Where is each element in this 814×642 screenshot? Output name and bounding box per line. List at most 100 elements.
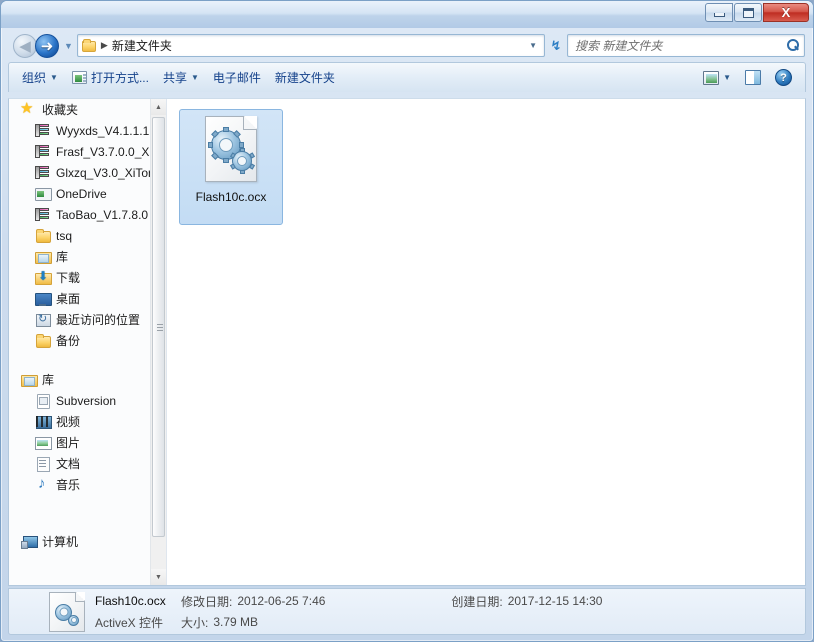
organize-button[interactable]: 组织 ▼ — [15, 66, 65, 89]
downloads-icon — [35, 269, 52, 286]
file-list-pane[interactable]: Flash10c.ocx — [167, 99, 805, 585]
sidebar-item-label: 桌面 — [56, 292, 81, 306]
refresh-button[interactable]: ↯ — [545, 38, 567, 54]
sidebar-item-label: Subversion — [56, 393, 117, 408]
email-button[interactable]: 电子邮件 — [206, 66, 268, 89]
sidebar-item-taobao[interactable]: TaoBao_V1.7.8.0 — [9, 204, 150, 225]
sidebar-item-label: tsq — [56, 228, 73, 243]
activex-control-icon — [49, 591, 85, 632]
chevron-down-icon: ▼ — [190, 73, 199, 82]
address-dropdown-icon[interactable]: ▼ — [524, 41, 542, 50]
breadcrumb-separator-icon[interactable]: ▶ — [101, 40, 108, 51]
sidebar-group-favorites[interactable]: 收藏夹 — [9, 99, 150, 120]
new-folder-button[interactable]: 新建文件夹 — [268, 66, 342, 89]
gear-icon — [229, 148, 255, 174]
minimize-icon — [713, 13, 725, 17]
scroll-down-button[interactable]: ▼ — [151, 569, 166, 585]
desktop-icon — [35, 291, 52, 307]
details-pane: Flash10c.ocx 修改日期: 2012-06-25 7:46 创建日期:… — [8, 588, 806, 635]
maximize-button[interactable] — [734, 3, 762, 22]
sidebar-item-videos[interactable]: 视频 — [9, 411, 150, 432]
sidebar-group-label: 库 — [42, 373, 55, 387]
sidebar-item-label: Wyyxds_V4.1.1.1 — [56, 123, 150, 138]
file-item-flash10c[interactable]: Flash10c.ocx — [179, 109, 283, 225]
help-button[interactable]: ? — [768, 66, 799, 89]
close-button[interactable]: X — [763, 3, 809, 22]
library-icon — [21, 372, 38, 388]
sidebar-item-label: 图片 — [56, 436, 81, 450]
organize-label: 组织 — [22, 71, 47, 85]
explorer-window: X ◀ ➜ ▼ ▶ 新建文件夹 ▼ ↯ 搜索 新建文件夹 组织 ▼ 打开方式..… — [0, 0, 814, 642]
sidebar-item-documents[interactable]: 文档 — [9, 453, 150, 474]
sidebar-item-label: 最近访问的位置 — [56, 313, 141, 327]
email-label: 电子邮件 — [212, 71, 261, 85]
sidebar-scrollbar[interactable]: ▲ ▼ — [150, 99, 166, 585]
sidebar-item-label: TaoBao_V1.7.8.0 — [56, 207, 149, 222]
recent-places-icon — [35, 312, 51, 328]
sidebar-item-library-fav[interactable]: 库 — [9, 246, 150, 267]
new-folder-label: 新建文件夹 — [274, 71, 335, 85]
chevron-down-icon: ▼ — [50, 73, 58, 82]
sidebar-item-tsq[interactable]: tsq — [9, 225, 150, 246]
open-with-icon — [71, 71, 87, 84]
sidebar-item-downloads[interactable]: 下载 — [9, 267, 150, 288]
minimize-button[interactable] — [705, 3, 733, 22]
breadcrumb-path[interactable]: 新建文件夹 — [112, 37, 172, 54]
forward-button[interactable]: ➜ — [35, 33, 59, 58]
sidebar-item-label: 库 — [56, 250, 69, 264]
sidebar-item-pictures[interactable]: 图片 — [9, 432, 150, 453]
sidebar-item-label: 下载 — [56, 271, 81, 285]
archive-icon — [35, 123, 51, 139]
forward-arrow-icon: ➜ — [40, 37, 54, 55]
sidebar-item-onedrive[interactable]: OneDrive — [9, 183, 150, 204]
details-file-name: Flash10c.ocx — [95, 594, 166, 608]
sidebar-item-subversion[interactable]: Subversion — [9, 390, 150, 411]
view-options-button[interactable]: ▼ — [696, 68, 738, 88]
share-button[interactable]: 共享 ▼ — [156, 66, 206, 89]
sidebar-item-glxzq[interactable]: Glxzq_V3.0_XiTon — [9, 162, 150, 183]
back-button[interactable]: ◀ — [13, 33, 37, 58]
scroll-up-button[interactable]: ▲ — [151, 99, 166, 115]
sidebar-item-recent-places[interactable]: 最近访问的位置 — [9, 309, 150, 330]
details-created-label: 创建日期: — [451, 594, 503, 609]
details-modified-value: 2012-06-25 7:46 — [237, 594, 326, 608]
documents-icon — [35, 456, 51, 472]
address-bar[interactable]: ▶ 新建文件夹 ▼ — [76, 34, 545, 57]
sidebar-item-label: Glxzq_V3.0_XiTon — [56, 165, 150, 180]
scrollbar-thumb[interactable] — [152, 117, 165, 537]
details-size-value: 3.79 MB — [213, 615, 259, 629]
search-input[interactable]: 搜索 新建文件夹 — [575, 37, 787, 54]
sidebar-group-label: 计算机 — [42, 535, 79, 549]
back-arrow-icon: ◀ — [19, 37, 31, 55]
sidebar-item-wyyxds[interactable]: Wyyxds_V4.1.1.1 — [9, 120, 150, 141]
history-dropdown-button[interactable]: ▼ — [64, 41, 73, 51]
details-text: Flash10c.ocx 修改日期: 2012-06-25 7:46 创建日期:… — [95, 593, 602, 631]
command-toolbar: 组织 ▼ 打开方式... 共享 ▼ 电子邮件 新建文件夹 ▼ ? — [8, 62, 806, 92]
sidebar-item-label: OneDrive — [56, 186, 107, 201]
navigation-pane: 收藏夹 Wyyxds_V4.1.1.1 Frasf_V3.7.0.0_Xi Gl… — [9, 99, 167, 585]
sidebar-item-backup[interactable]: 备份 — [9, 330, 150, 351]
folder-icon — [81, 39, 97, 52]
video-icon — [35, 414, 52, 430]
archive-icon — [35, 207, 51, 223]
sidebar-group-libraries[interactable]: 库 — [9, 369, 150, 390]
open-with-button[interactable]: 打开方式... — [65, 66, 156, 89]
sidebar-item-label: 视频 — [56, 415, 81, 429]
sidebar-item-frasf[interactable]: Frasf_V3.7.0.0_Xi — [9, 141, 150, 162]
sidebar-item-desktop[interactable]: 桌面 — [9, 288, 150, 309]
details-size-label: 大小: — [181, 615, 209, 630]
search-icon[interactable] — [787, 39, 800, 52]
sidebar-group-computer[interactable]: 计算机 — [9, 531, 150, 552]
onedrive-icon — [35, 186, 52, 202]
title-bar: X — [1, 1, 813, 28]
share-label: 共享 — [162, 71, 187, 85]
view-options-icon — [703, 70, 720, 85]
preview-pane-button[interactable] — [738, 67, 768, 88]
sidebar-item-music[interactable]: 音乐 — [9, 474, 150, 495]
search-box[interactable]: 搜索 新建文件夹 — [567, 34, 805, 57]
page-fold-icon — [243, 116, 257, 130]
sidebar-item-label: Frasf_V3.7.0.0_Xi — [56, 144, 150, 159]
